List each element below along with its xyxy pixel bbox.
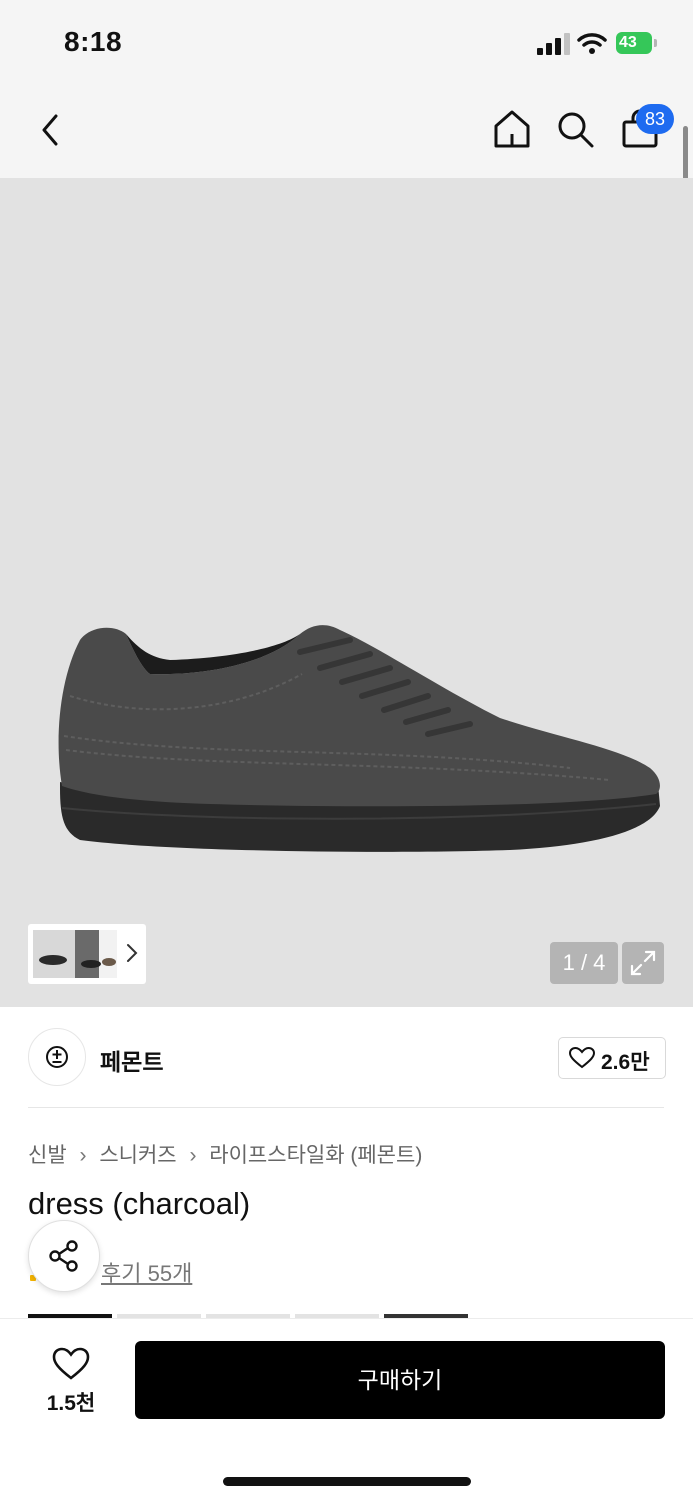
top-nav-bar: [0, 88, 693, 178]
thumbnail-strip[interactable]: [28, 924, 146, 984]
breadcrumb-item[interactable]: 신발: [28, 1144, 67, 1167]
breadcrumb-item[interactable]: 라이프스타일화 (페몬트): [209, 1144, 422, 1167]
battery-cap: [654, 39, 657, 47]
breadcrumb-chevron-icon: ›: [189, 1144, 197, 1167]
brand-like-count: 2.6만: [601, 1051, 650, 1074]
brand-like-button[interactable]: 2.6만: [558, 1037, 666, 1079]
buy-button[interactable]: 구매하기: [135, 1341, 665, 1419]
search-icon[interactable]: [556, 110, 596, 150]
expand-button[interactable]: [622, 942, 664, 984]
brand-logo-icon: [46, 1046, 68, 1068]
breadcrumb-chevron-icon: ›: [79, 1144, 87, 1167]
share-button[interactable]: [28, 1220, 100, 1292]
cart-count-badge: 83: [636, 104, 674, 134]
heart-icon[interactable]: [52, 1347, 90, 1381]
product-image-gallery[interactable]: 1 / 4: [0, 178, 693, 1007]
thumbnail-image[interactable]: [33, 930, 117, 978]
bottom-action-bar: 1.5천 구매하기: [0, 1318, 693, 1501]
status-time: 8:18: [64, 26, 123, 57]
brand-logo[interactable]: [28, 1028, 86, 1086]
back-icon[interactable]: [34, 110, 68, 150]
expand-icon: [630, 950, 656, 976]
breadcrumb-item[interactable]: 스니커즈: [99, 1144, 176, 1167]
wifi-icon: [577, 33, 607, 54]
battery-icon: 43: [616, 32, 658, 54]
breadcrumb: 신발 › 스니커즈 › 라이프스타일화 (페몬트): [28, 1139, 422, 1169]
cellular-signal-icon: [537, 33, 570, 55]
section-divider: [28, 1107, 664, 1108]
like-count: 1.5천: [46, 1392, 96, 1415]
product-image: [58, 625, 660, 852]
review-link[interactable]: 후기 55개: [101, 1256, 192, 1288]
chevron-right-icon[interactable]: [124, 942, 140, 964]
image-counter: 1 / 4: [550, 942, 618, 984]
status-bar: 8:18 43: [0, 0, 693, 88]
battery-level: 43: [616, 32, 652, 54]
brand-name[interactable]: 페몬트: [100, 1043, 163, 1077]
home-icon[interactable]: [492, 108, 532, 150]
home-indicator: [223, 1477, 471, 1486]
heart-icon: [569, 1047, 595, 1069]
share-icon: [49, 1240, 78, 1272]
product-title: dress (charcoal): [28, 1186, 251, 1221]
